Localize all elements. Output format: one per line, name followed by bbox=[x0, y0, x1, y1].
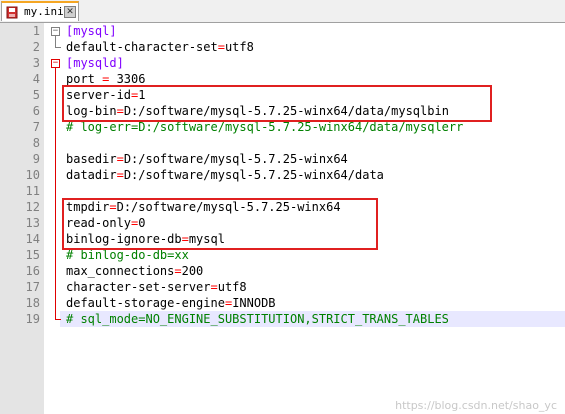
line-number: 1 bbox=[32, 24, 40, 38]
token-eq: = bbox=[217, 40, 225, 54]
fold-end-marker bbox=[55, 47, 61, 48]
token-eq: = bbox=[174, 264, 182, 278]
line-number: 3 bbox=[32, 56, 40, 70]
fold-end-marker bbox=[55, 319, 61, 320]
code-text: [mysqld] bbox=[66, 55, 124, 71]
fold-toggle-mysql[interactable]: − bbox=[51, 27, 60, 36]
fold-toggle-mysqld[interactable]: − bbox=[51, 59, 60, 68]
code-line: max_connections=200 bbox=[60, 263, 565, 279]
code-text: basedir=D:/software/mysql-5.7.25-winx64 bbox=[66, 151, 348, 167]
code-line: [mysql] bbox=[60, 23, 565, 39]
token-key: character-set-server bbox=[66, 280, 211, 294]
token-key: datadir bbox=[66, 168, 117, 182]
token-val: 3306 bbox=[109, 72, 146, 86]
token-key: max_connections bbox=[66, 264, 175, 278]
token-val: D:/software/mysql-5.7.25-winx64 bbox=[123, 152, 348, 166]
code-line: basedir=D:/software/mysql-5.7.25-winx64 bbox=[60, 151, 565, 167]
token-key: default-character-set bbox=[66, 40, 218, 54]
code-text: character-set-server=utf8 bbox=[66, 279, 247, 295]
code-text: max_connections=200 bbox=[66, 263, 203, 279]
line-number: 9 bbox=[32, 152, 40, 166]
line-number: 19 bbox=[25, 312, 40, 326]
line-number: 16 bbox=[25, 264, 40, 278]
close-tab-button[interactable]: ✕ bbox=[64, 6, 76, 18]
token-section: [mysqld] bbox=[66, 56, 124, 70]
token-key: basedir bbox=[66, 152, 117, 166]
line-number: 15 bbox=[25, 248, 40, 262]
line-number: 6 bbox=[32, 104, 40, 118]
token-key: port bbox=[66, 72, 103, 86]
token-comment: # log-err=D:/software/mysql-5.7.25-winx6… bbox=[66, 120, 464, 134]
highlight-box-readonly bbox=[62, 198, 378, 250]
token-eq: = bbox=[116, 168, 124, 182]
line-number: 11 bbox=[25, 184, 40, 198]
code-text: [mysql] bbox=[66, 23, 117, 39]
line-number: 2 bbox=[32, 40, 40, 54]
token-section: [mysql] bbox=[66, 24, 117, 38]
line-number: 18 bbox=[25, 296, 40, 310]
code-text: datadir=D:/software/mysql-5.7.25-winx64/… bbox=[66, 167, 384, 183]
token-val: utf8 bbox=[224, 40, 254, 54]
line-number: 13 bbox=[25, 216, 40, 230]
tab-label: my.ini bbox=[24, 5, 64, 18]
code-text: default-storage-engine=INNODB bbox=[66, 295, 276, 311]
highlight-box-log-bin bbox=[62, 85, 492, 122]
code-line: default-character-set=utf8 bbox=[60, 39, 565, 55]
token-val: 200 bbox=[181, 264, 204, 278]
token-val: INNODB bbox=[232, 296, 276, 310]
line-number: 12 bbox=[25, 200, 40, 214]
code-line: character-set-server=utf8 bbox=[60, 279, 565, 295]
line-number: 8 bbox=[32, 136, 40, 150]
token-comment: # sql_mode=NO_ENGINE_SUBSTITUTION,STRICT… bbox=[66, 312, 449, 326]
token-eq: = bbox=[116, 152, 124, 166]
code-line: [mysqld] bbox=[60, 55, 565, 71]
fold-line bbox=[55, 68, 56, 319]
token-eq: = bbox=[210, 280, 218, 294]
token-val: D:/software/mysql-5.7.25-winx64/data bbox=[123, 168, 384, 182]
line-number: 14 bbox=[25, 232, 40, 246]
fold-line bbox=[55, 36, 56, 47]
tab-bar: my.ini ✕ bbox=[0, 0, 565, 23]
line-number: 17 bbox=[25, 280, 40, 294]
file-tab[interactable]: my.ini ✕ bbox=[1, 1, 79, 21]
line-number: 4 bbox=[32, 72, 40, 86]
line-number-gutter: 1 2 3 4 5 6 7 8 9 10 11 12 13 14 15 16 17 18 19 bbox=[0, 23, 44, 414]
code-text: # sql_mode=NO_ENGINE_SUBSTITUTION,STRICT… bbox=[66, 311, 449, 327]
code-text: default-character-set=utf8 bbox=[66, 39, 254, 55]
token-val: utf8 bbox=[217, 280, 247, 294]
line-number: 5 bbox=[32, 88, 40, 102]
save-file-icon bbox=[6, 6, 18, 19]
code-line: # sql_mode=NO_ENGINE_SUBSTITUTION,STRICT… bbox=[60, 311, 565, 327]
code-line: default-storage-engine=INNODB bbox=[60, 295, 565, 311]
token-key: default-storage-engine bbox=[66, 296, 225, 310]
watermark: https://blog.csdn.net/shao_yc bbox=[395, 399, 557, 412]
line-number: 10 bbox=[25, 168, 40, 182]
fold-margin bbox=[44, 23, 60, 414]
code-line: datadir=D:/software/mysql-5.7.25-winx64/… bbox=[60, 167, 565, 183]
token-comment: # binlog-do-db=xx bbox=[66, 248, 189, 262]
line-number: 7 bbox=[32, 120, 40, 134]
